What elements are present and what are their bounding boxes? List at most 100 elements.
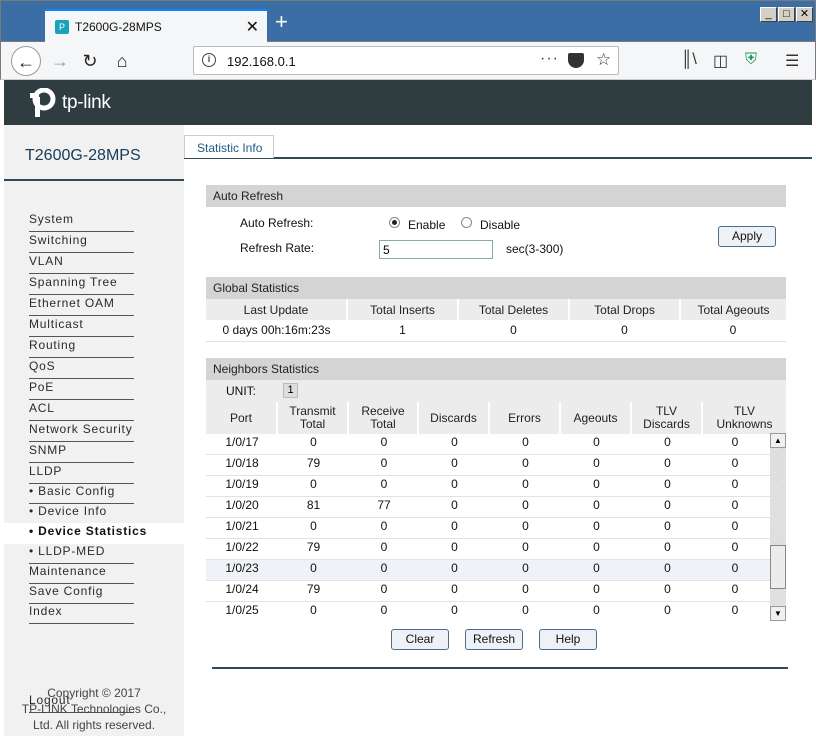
sidebar-item-poe[interactable]: PoE [29, 379, 134, 400]
sidebar-item-device-info[interactable]: • Device Info [29, 503, 134, 524]
cell-tlv-unknowns: 0 [731, 540, 739, 554]
refresh-rate-input[interactable] [379, 240, 493, 259]
site-info-icon[interactable]: i [202, 53, 216, 67]
tab-statistic-info[interactable]: Statistic Info [184, 135, 274, 158]
neighbors-table-body: 1/0/17 0 0 0 0 0 0 0 1/0/18 79 0 0 0 0 0 0 1/0/19 0 0 0 0 0 0 0… [206, 434, 770, 621]
cell-discards: 0 [451, 603, 458, 617]
library-icon[interactable]: ║\ [681, 51, 697, 69]
cell-discards: 0 [451, 477, 458, 491]
bookmark-star-icon[interactable]: ☆ [596, 50, 611, 70]
back-arrow-icon[interactable]: ← [11, 46, 41, 76]
sidebar-item-basic-config[interactable]: • Basic Config [29, 483, 134, 504]
cell-ageouts: 0 [593, 477, 600, 491]
browser-tab[interactable]: P T2600G-28MPS ✕ [45, 9, 267, 43]
sidebar-item-vlan[interactable]: VLAN [29, 253, 134, 274]
sidebar-item-index[interactable]: Index [29, 603, 134, 624]
cell-tlv-discards: 0 [664, 561, 671, 575]
sidebar-item-snmp[interactable]: SNMP [29, 442, 134, 463]
bottom-divider [212, 667, 788, 669]
cell-transmit-total: 81 [306, 498, 321, 512]
cell-receive-total: 0 [380, 435, 388, 449]
sidebar-item-multicast[interactable]: Multicast [29, 316, 134, 337]
sidebar-item-routing[interactable]: Routing [29, 337, 134, 358]
col-transmit-total: Transmit Total [278, 402, 349, 434]
cell-transmit-total: 79 [306, 456, 321, 470]
cell-errors: 0 [522, 477, 529, 491]
cell-receive-total: 0 [380, 540, 388, 554]
sidebar-item-save-config[interactable]: Save Config [29, 583, 134, 604]
neighbors-scrollbar[interactable]: ▲ ▼ [770, 433, 786, 621]
cell-tlv-unknowns: 0 [731, 498, 739, 512]
tab-title: T2600G-28MPS [75, 20, 162, 34]
clear-button[interactable]: Clear [391, 629, 449, 650]
cell-transmit-total: 0 [310, 603, 317, 617]
minimize-button[interactable]: _ [760, 7, 777, 22]
cell-receive-total: 0 [380, 477, 388, 491]
apply-button[interactable]: Apply [718, 226, 776, 247]
cell-transmit-total: 0 [310, 477, 317, 491]
refresh-button[interactable]: Refresh [465, 629, 523, 650]
scroll-up-arrow-icon[interactable]: ▲ [770, 433, 786, 448]
new-tab-button[interactable]: + [275, 11, 288, 33]
cell-errors: 0 [522, 540, 529, 554]
sidebar-item-lldp[interactable]: LLDP [29, 463, 134, 484]
tp-link-logo: tp-link [62, 92, 111, 113]
sidebar-item-acl[interactable]: ACL [29, 400, 134, 421]
pocket-icon[interactable] [568, 53, 584, 68]
table-row: 1/0/19 0 0 0 0 0 0 0 [206, 476, 770, 497]
scroll-down-arrow-icon[interactable]: ▼ [770, 606, 786, 621]
disable-radio[interactable] [461, 217, 472, 228]
sidebar-item-device-statistics[interactable]: • Device Statistics [4, 523, 184, 544]
maximize-button[interactable]: □ [778, 7, 795, 22]
cell-transmit-total: 0 [310, 561, 317, 575]
col-ageouts: Ageouts [561, 402, 632, 434]
sidebar-item-network-security[interactable]: Network Security [29, 421, 134, 442]
sidebar-item-ethernet-oam[interactable]: Ethernet OAM [29, 295, 134, 316]
cell-port: 1/0/23 [225, 561, 259, 575]
tab-close-icon[interactable]: ✕ [246, 17, 259, 37]
sidebar-toggle-icon[interactable]: ◫ [713, 51, 728, 71]
cell-tlv-discards: 0 [664, 603, 671, 617]
table-row: 1/0/17 0 0 0 0 0 0 0 [206, 434, 770, 455]
enable-radio[interactable] [389, 217, 400, 228]
cell-tlv-unknowns: 0 [731, 582, 739, 596]
menu-icon[interactable]: ☰ [785, 51, 799, 71]
help-button[interactable]: Help [539, 629, 597, 650]
disable-radio-label: Disable [480, 218, 521, 232]
sidebar-item-maintenance[interactable]: Maintenance [29, 563, 134, 584]
cell-tlv-unknowns: 0 [731, 519, 739, 533]
cell-tlv-discards: 0 [664, 456, 671, 470]
sidebar-item-switching[interactable]: Switching [29, 232, 134, 253]
col-last-update: Last Update [206, 299, 348, 320]
copyright-line: Copyright © 2017 [47, 686, 141, 700]
cell-port: 1/0/20 [225, 498, 259, 512]
close-window-button[interactable]: ✕ [796, 7, 813, 22]
global-statistics-table: Last Update Total Inserts Total Deletes … [206, 299, 786, 342]
scroll-thumb[interactable] [770, 545, 786, 589]
forward-arrow-icon[interactable]: → [45, 46, 75, 76]
cell-errors: 0 [522, 519, 529, 533]
sidebar-item-qos[interactable]: QoS [29, 358, 134, 379]
url-text[interactable]: 192.168.0.1 [227, 54, 296, 69]
shield-icon[interactable]: ⛨ [745, 51, 757, 69]
cell-discards: 0 [451, 561, 458, 575]
table-row: 0 days 00h:16m:23s 1 0 0 0 [206, 320, 786, 342]
brand-header: tp-link [4, 80, 812, 125]
cell-errors: 0 [522, 603, 529, 617]
sidebar-item-lldp-med[interactable]: • LLDP-MED [29, 543, 134, 564]
sidebar-item-system[interactable]: System [29, 211, 134, 232]
unit-button[interactable]: 1 [283, 383, 298, 398]
home-icon[interactable]: ⌂ [107, 46, 137, 76]
page-actions-icon[interactable]: ··· [540, 50, 559, 68]
reload-icon[interactable]: ↻ [75, 46, 105, 76]
cell-tlv-discards: 0 [664, 435, 671, 449]
sidebar-item-spanning-tree[interactable]: Spanning Tree [29, 274, 134, 295]
browser-toolbar: ← → ↻ ⌂ i 192.168.0.1 ··· ☆ ║\ ◫ ⛨ ☰ [0, 42, 816, 80]
cell-receive-total: 0 [380, 603, 388, 617]
col-total-ageouts: Total Ageouts [680, 299, 786, 320]
address-bar[interactable]: i 192.168.0.1 ··· ☆ [193, 46, 619, 75]
col-total-deletes: Total Deletes [458, 299, 570, 320]
divider [4, 179, 184, 181]
neighbors-statistics-header: Neighbors Statistics [206, 358, 786, 380]
cell-ageouts: 0 [593, 498, 600, 512]
